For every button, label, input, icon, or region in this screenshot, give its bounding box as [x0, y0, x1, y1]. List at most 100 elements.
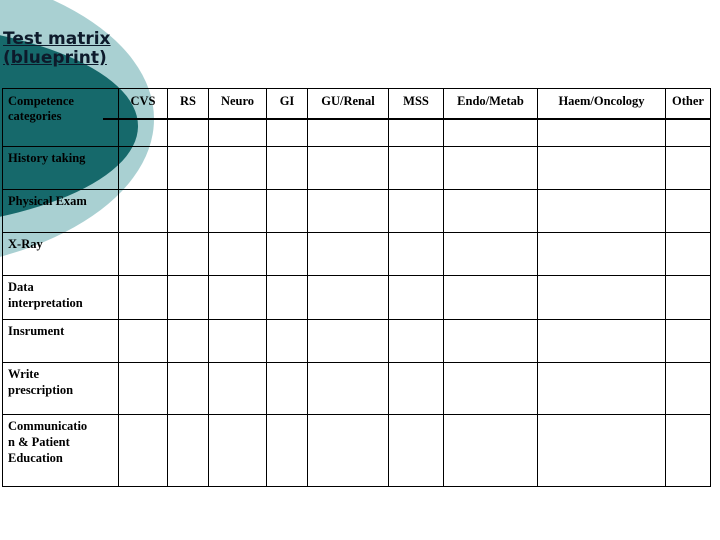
cell-communication-haem-oncology[interactable] — [537, 414, 666, 487]
cell-physical-exam-rs[interactable] — [167, 189, 209, 233]
row-label-line: Communicatio — [8, 419, 88, 433]
row-label-line: prescription — [8, 383, 74, 397]
column-header-rs: RS — [167, 88, 210, 147]
table-header-row: Competence categories CVS RS Neuro GI GU… — [2, 88, 712, 147]
cell-communication-mss[interactable] — [388, 414, 444, 487]
cell-x-ray-other[interactable] — [665, 232, 711, 276]
cell-history-taking-haem-oncology[interactable] — [537, 146, 666, 190]
cell-insrument-cvs[interactable] — [118, 319, 168, 363]
cell-write-prescription-other[interactable] — [665, 362, 711, 415]
page-title-line-1: Test matrix — [3, 29, 111, 49]
cell-history-taking-neuro[interactable] — [208, 146, 267, 190]
table-row: X-Ray — [2, 232, 711, 276]
row-label-line: Insrument — [8, 324, 65, 338]
cell-history-taking-other[interactable] — [665, 146, 711, 190]
cell-data-interpretation-haem-oncology[interactable] — [537, 275, 666, 320]
corner-header-competence-categories: Competence categories — [2, 88, 120, 147]
row-label-line: Data — [8, 280, 34, 294]
cell-communication-gu-renal[interactable] — [307, 414, 389, 487]
cell-insrument-haem-oncology[interactable] — [537, 319, 666, 363]
cell-data-interpretation-mss[interactable] — [388, 275, 444, 320]
cell-x-ray-haem-oncology[interactable] — [537, 232, 666, 276]
row-label-write-prescription: Write prescription — [2, 362, 119, 415]
cell-x-ray-mss[interactable] — [388, 232, 444, 276]
cell-physical-exam-haem-oncology[interactable] — [537, 189, 666, 233]
cell-communication-cvs[interactable] — [118, 414, 168, 487]
cell-data-interpretation-other[interactable] — [665, 275, 711, 320]
cell-write-prescription-haem-oncology[interactable] — [537, 362, 666, 415]
cell-x-ray-gu-renal[interactable] — [307, 232, 389, 276]
cell-history-taking-cvs[interactable] — [118, 146, 168, 190]
test-matrix-table: Competence categories CVS RS Neuro GI GU… — [2, 88, 712, 487]
cell-insrument-gu-renal[interactable] — [307, 319, 389, 363]
cell-physical-exam-mss[interactable] — [388, 189, 444, 233]
cell-write-prescription-cvs[interactable] — [118, 362, 168, 415]
cell-history-taking-gu-renal[interactable] — [307, 146, 389, 190]
row-label-history-taking: History taking — [2, 146, 119, 190]
row-label-physical-exam: Physical Exam — [2, 189, 119, 233]
column-header-gi: GI — [266, 88, 309, 147]
row-label-line: X-Ray — [8, 237, 43, 251]
cell-insrument-mss[interactable] — [388, 319, 444, 363]
cell-write-prescription-gu-renal[interactable] — [307, 362, 389, 415]
test-matrix-table-wrapper: Competence categories CVS RS Neuro GI GU… — [2, 88, 712, 487]
row-label-line: History taking — [8, 151, 86, 165]
cell-data-interpretation-rs[interactable] — [167, 275, 209, 320]
cell-physical-exam-cvs[interactable] — [118, 189, 168, 233]
cell-data-interpretation-gi[interactable] — [266, 275, 308, 320]
cell-x-ray-rs[interactable] — [167, 232, 209, 276]
cell-history-taking-rs[interactable] — [167, 146, 209, 190]
column-header-neuro: Neuro — [208, 88, 268, 147]
table-row: Write prescription — [2, 362, 711, 415]
cell-communication-gi[interactable] — [266, 414, 308, 487]
column-header-other: Other — [665, 88, 712, 147]
cell-x-ray-endo-metab[interactable] — [443, 232, 538, 276]
cell-history-taking-endo-metab[interactable] — [443, 146, 538, 190]
cell-insrument-other[interactable] — [665, 319, 711, 363]
cell-x-ray-cvs[interactable] — [118, 232, 168, 276]
cell-history-taking-mss[interactable] — [388, 146, 444, 190]
cell-write-prescription-endo-metab[interactable] — [443, 362, 538, 415]
cell-physical-exam-gu-renal[interactable] — [307, 189, 389, 233]
cell-insrument-endo-metab[interactable] — [443, 319, 538, 363]
cell-history-taking-gi[interactable] — [266, 146, 308, 190]
row-label-line: Education — [8, 451, 63, 465]
cell-write-prescription-rs[interactable] — [167, 362, 209, 415]
slide-canvas: Test matrix (blueprint) Competence categ… — [0, 0, 720, 540]
cell-communication-endo-metab[interactable] — [443, 414, 538, 487]
row-label-line: Physical Exam — [8, 194, 87, 208]
cell-write-prescription-gi[interactable] — [266, 362, 308, 415]
cell-communication-other[interactable] — [665, 414, 711, 487]
cell-write-prescription-neuro[interactable] — [208, 362, 267, 415]
cell-x-ray-gi[interactable] — [266, 232, 308, 276]
table-row: Physical Exam — [2, 189, 711, 233]
cell-physical-exam-neuro[interactable] — [208, 189, 267, 233]
cell-communication-rs[interactable] — [167, 414, 209, 487]
cell-physical-exam-gi[interactable] — [266, 189, 308, 233]
cell-x-ray-neuro[interactable] — [208, 232, 267, 276]
column-header-endo-metab: Endo/Metab — [443, 88, 539, 147]
cell-write-prescription-mss[interactable] — [388, 362, 444, 415]
column-header-gu-renal: GU/Renal — [307, 88, 390, 147]
column-header-haem-oncology: Haem/Oncology — [537, 88, 667, 147]
row-label-line: interpretation — [8, 296, 83, 310]
page-title: Test matrix (blueprint) — [3, 30, 111, 68]
column-header-mss: MSS — [388, 88, 445, 147]
table-row: Communicatio n & Patient Education — [2, 414, 711, 487]
corner-header-line-1: Competence — [8, 94, 74, 108]
row-label-x-ray: X-Ray — [2, 232, 119, 276]
cell-insrument-gi[interactable] — [266, 319, 308, 363]
row-label-line: Write — [8, 367, 40, 381]
cell-communication-neuro[interactable] — [208, 414, 267, 487]
cell-insrument-neuro[interactable] — [208, 319, 267, 363]
cell-physical-exam-other[interactable] — [665, 189, 711, 233]
cell-insrument-rs[interactable] — [167, 319, 209, 363]
page-title-line-2: (blueprint) — [3, 48, 107, 68]
corner-header-line-2: categories — [8, 109, 62, 123]
cell-physical-exam-endo-metab[interactable] — [443, 189, 538, 233]
cell-data-interpretation-gu-renal[interactable] — [307, 275, 389, 320]
cell-data-interpretation-endo-metab[interactable] — [443, 275, 538, 320]
cell-data-interpretation-cvs[interactable] — [118, 275, 168, 320]
cell-data-interpretation-neuro[interactable] — [208, 275, 267, 320]
column-header-cvs: CVS — [118, 88, 169, 147]
